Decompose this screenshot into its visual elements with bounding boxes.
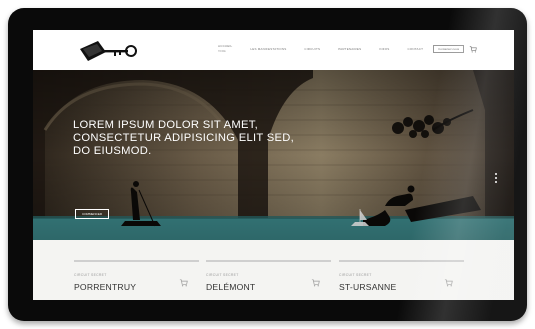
hero-headline: LOREM IPSUM DOLOR SIT AMET, CONSECTETUR … [73, 119, 363, 158]
nav-item-label: Les Manifestations [250, 47, 287, 51]
circuit-label: Circuit secret [339, 273, 372, 277]
hero-banner: LOREM IPSUM DOLOR SIT AMET, CONSECTETUR … [33, 70, 514, 240]
nav-item-manifestations[interactable]: Les Manifestations [250, 46, 286, 52]
circuit-city: PORRENTRUY [74, 282, 137, 292]
nav-item-label: Accueil [218, 44, 233, 48]
nav-item-label: Circuits [304, 47, 321, 51]
nav-item-circuits[interactable]: Circuits [304, 46, 320, 52]
contact-button[interactable]: Contactez-nous [433, 45, 465, 53]
device-screen: Accueil Home Les Manifestations Circuits… [33, 30, 514, 300]
nav-item-infos[interactable]: Infos [379, 46, 389, 52]
cart-icon[interactable] [469, 45, 477, 53]
main-nav: Accueil Home Les Manifestations Circuits… [218, 43, 477, 55]
site-header: Accueil Home Les Manifestations Circuits… [33, 30, 514, 70]
circuit-card-st-ursanne[interactable]: Circuit secret ST-URSANNE [339, 260, 464, 300]
slider-dot[interactable] [495, 177, 497, 179]
circuit-divider [74, 260, 199, 262]
hero-headline-line: LOREM IPSUM DOLOR SIT AMET, [73, 119, 259, 131]
nav-item-partenaires[interactable]: Partenaires [338, 46, 361, 52]
circuit-label: Circuit secret [74, 273, 107, 277]
logo-key-icon[interactable] [78, 37, 140, 65]
hero-cta-button[interactable]: Commencer [75, 209, 109, 219]
nav-item-label: Contact [407, 47, 424, 51]
circuit-city: ST-URSANNE [339, 282, 397, 292]
hero-headline-line: CONSECTETUR ADIPISICING ELIT SED, [73, 132, 295, 144]
slider-dot[interactable] [495, 173, 497, 175]
slider-dot[interactable] [495, 181, 497, 183]
hero-headline-line: DO EIUSMOD. [73, 145, 152, 157]
circuit-card-porrentruy[interactable]: Circuit secret PORRENTRUY [74, 260, 199, 300]
nav-item-label: Infos [379, 47, 390, 51]
cart-icon[interactable] [179, 278, 188, 287]
slider-dots [495, 173, 498, 185]
circuit-label: Circuit secret [206, 273, 239, 277]
nav-item-contact[interactable]: Contact [407, 46, 423, 52]
circuit-city: DELÉMONT [206, 282, 256, 292]
circuit-card-delemont[interactable]: Circuit secret DELÉMONT [206, 260, 331, 300]
circuit-divider [206, 260, 331, 262]
circuits-section: Circuit secret PORRENTRUY Circuit secret… [33, 240, 514, 300]
cart-icon[interactable] [444, 278, 453, 287]
nav-item-label: Partenaires [338, 47, 362, 51]
nav-item-accueil[interactable]: Accueil Home [218, 43, 232, 55]
circuit-divider [339, 260, 464, 262]
cart-icon[interactable] [311, 278, 320, 287]
nav-item-sublabel: Home [218, 50, 226, 53]
